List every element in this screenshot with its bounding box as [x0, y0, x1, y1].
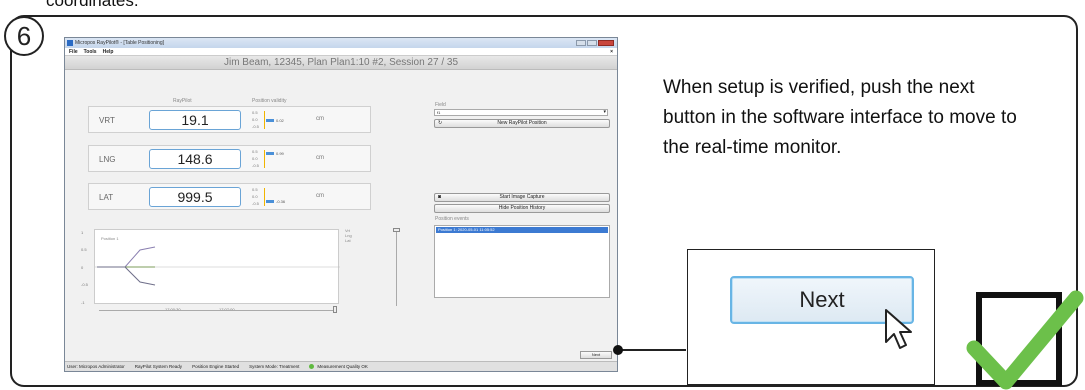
validity-tick: 0.5 [252, 110, 258, 115]
validity-tick: -0.5 [252, 124, 259, 129]
coord-label: LAT [99, 193, 114, 202]
step-number-badge: 6 [4, 16, 44, 56]
menu-tools[interactable]: Tools [84, 49, 97, 55]
refresh-icon: ↻ [438, 120, 443, 126]
status-engine: Position Engine Started [192, 364, 240, 369]
new-position-label: New RayPilot Position [497, 120, 547, 126]
next-button[interactable]: Next [580, 351, 612, 359]
position-events-label: Position events [435, 216, 469, 222]
start-capture-label: Start Image Capture [499, 194, 545, 200]
start-image-capture-button[interactable]: ◙ Start Image Capture [434, 193, 610, 202]
status-quality: Measurement Quality OK [309, 363, 368, 370]
menu-close-icon[interactable]: × [610, 49, 613, 55]
confirmation-box [966, 290, 1084, 390]
validity-indicator: 0.5 0.0 -0.5 0.99 [252, 148, 292, 170]
coord-label: LNG [99, 155, 116, 164]
time-slider-track[interactable] [99, 310, 335, 311]
coord-value: 19.1 [149, 110, 241, 130]
coord-unit: cm [316, 155, 324, 161]
status-mode: System Mode: Treatment [249, 364, 300, 369]
coordinate-row-lat: LAT 999.5 0.5 0.0 -0.5 -0.36 cm [88, 183, 371, 210]
close-button[interactable] [598, 40, 614, 46]
validity-tick: -0.5 [252, 163, 259, 168]
validity-indicator: 0.5 0.0 -0.5 -0.36 [252, 186, 292, 208]
validity-value: 0.02 [276, 118, 284, 123]
menubar: File Tools Help × [65, 48, 617, 56]
validity-value: -0.36 [276, 199, 286, 204]
callout-dot [613, 345, 623, 355]
raypilot-column-label: RayPilot [173, 98, 192, 104]
coord-label: VRT [99, 116, 115, 125]
list-item[interactable]: Position 1: 2020-05-01 11:05:52 [436, 227, 608, 233]
checkmark-icon [966, 290, 1084, 390]
validity-tick: 0.5 [252, 149, 258, 154]
coord-unit: cm [316, 193, 324, 199]
new-position-button[interactable]: ↻ New RayPilot Position [434, 119, 610, 128]
validity-arrow-icon [266, 152, 274, 155]
validity-tick: 0.0 [252, 156, 258, 161]
zoom-slider-track[interactable] [396, 231, 397, 306]
position-history-chart: Position 1 1 0.5 0 -0.5 -1 17:00:30 17:0… [81, 229, 340, 312]
field-label: Field [435, 102, 446, 108]
chart-ytick: -0.5 [81, 282, 88, 287]
field-select-value: f1 [437, 110, 441, 115]
window-titlebar: Micropos RayPilot® - [Table Positioning] [65, 38, 617, 48]
top-caption: coordinates. [46, 0, 139, 10]
validity-arrow-icon [266, 119, 274, 122]
validity-indicator: 0.5 0.0 -0.5 0.02 [252, 109, 292, 131]
status-bar: User: Micropos Administrator RayPilot Sy… [65, 361, 617, 371]
chart-series-label: Position 1 [101, 236, 119, 241]
menu-file[interactable]: File [69, 49, 78, 55]
status-system: RayPilot System Ready [134, 364, 183, 369]
coord-value: 148.6 [149, 149, 241, 169]
position-events-list[interactable]: Position 1: 2020-05-01 11:05:52 [434, 225, 610, 298]
hide-history-label: Hide Position History [498, 205, 546, 211]
patient-header: Jim Beam, 12345, Plan Plan1:10 #2, Sessi… [65, 56, 617, 70]
chart-ytick: 1 [81, 230, 84, 235]
validity-column-label: Position validity [252, 98, 287, 104]
instruction-text: When setup is verified, push the next bu… [663, 77, 1017, 158]
chevron-down-icon: ▾ [603, 109, 606, 115]
coordinate-row-lng: LNG 148.6 0.5 0.0 -0.5 0.99 cm [88, 145, 371, 172]
callout-connector [618, 349, 686, 351]
status-quality-label: Measurement Quality OK [317, 363, 368, 369]
coord-value: 999.5 [149, 187, 241, 207]
coordinate-row-vrt: VRT 19.1 0.5 0.0 -0.5 0.02 cm [88, 106, 371, 133]
hide-position-history-button[interactable]: Hide Position History [434, 204, 610, 213]
chart-ytick: 0.5 [81, 247, 87, 252]
window-title: Micropos RayPilot® - [Table Positioning] [75, 40, 164, 46]
menu-help[interactable]: Help [103, 49, 114, 55]
app-logo-icon [67, 40, 73, 46]
coord-unit: cm [316, 116, 324, 122]
status-user: User: Micropos Administrator [67, 364, 125, 369]
cursor-icon [885, 309, 912, 349]
zoom-slider-thumb[interactable] [393, 228, 400, 232]
validity-tick: -0.5 [252, 201, 259, 206]
validity-tick: 0.5 [252, 187, 258, 192]
validity-arrow-icon [266, 200, 274, 203]
camera-icon: ◙ [438, 194, 442, 200]
minimize-button[interactable] [576, 40, 586, 46]
maximize-button[interactable] [587, 40, 597, 46]
series-line-vrt [97, 246, 156, 268]
chart-ytick: 0 [81, 265, 84, 270]
validity-tick: 0.0 [252, 117, 258, 122]
field-select[interactable]: f1 ▾ [434, 109, 608, 116]
app-window: Micropos RayPilot® - [Table Positioning]… [64, 37, 618, 372]
time-slider-thumb[interactable] [333, 306, 337, 313]
legend-item-lat: Lat [345, 238, 351, 243]
next-button-zoom: Next [687, 249, 935, 385]
chart-ytick: -1 [81, 300, 85, 305]
series-line-lat [97, 266, 156, 286]
quality-ok-icon [309, 364, 315, 370]
history-plot [95, 246, 340, 286]
validity-tick: 0.0 [252, 194, 258, 199]
validity-value: 0.99 [276, 151, 284, 156]
